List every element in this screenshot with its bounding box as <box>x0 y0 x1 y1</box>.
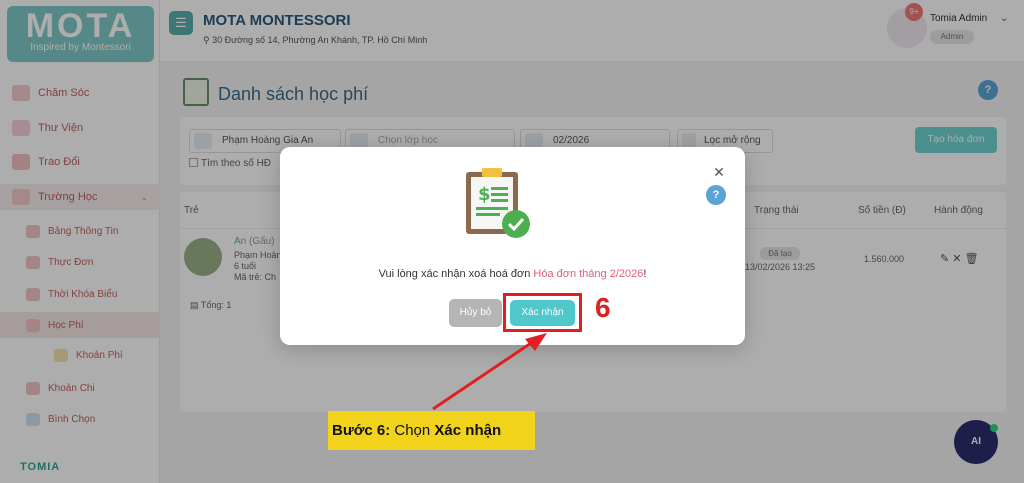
annotation-arrow <box>432 333 547 411</box>
callout-action: Xác nhận <box>434 422 502 439</box>
invoice-name-highlight: Hóa đơn tháng 2/2026 <box>533 268 644 280</box>
help-icon[interactable]: ? <box>706 185 726 205</box>
confirm-message-suffix: ! <box>643 268 647 280</box>
invoice-clipboard-icon: $ <box>466 168 530 238</box>
step-callout: Bước 6: Chọn Xác nhận <box>328 411 535 450</box>
step-number: 6 <box>595 292 611 323</box>
svg-text:$: $ <box>478 184 491 205</box>
close-icon[interactable]: ✕ <box>708 161 730 183</box>
confirm-message-text: Vui lòng xác nhận xoá hoá đơn <box>378 268 531 280</box>
callout-text: Chọn <box>390 422 435 439</box>
cancel-button[interactable]: Hủy bỏ <box>449 299 502 327</box>
confirm-message: Vui lòng xác nhận xoá hoá đơn Hóa đơn th… <box>280 268 745 280</box>
callout-step-label: Bước 6: <box>332 422 391 439</box>
